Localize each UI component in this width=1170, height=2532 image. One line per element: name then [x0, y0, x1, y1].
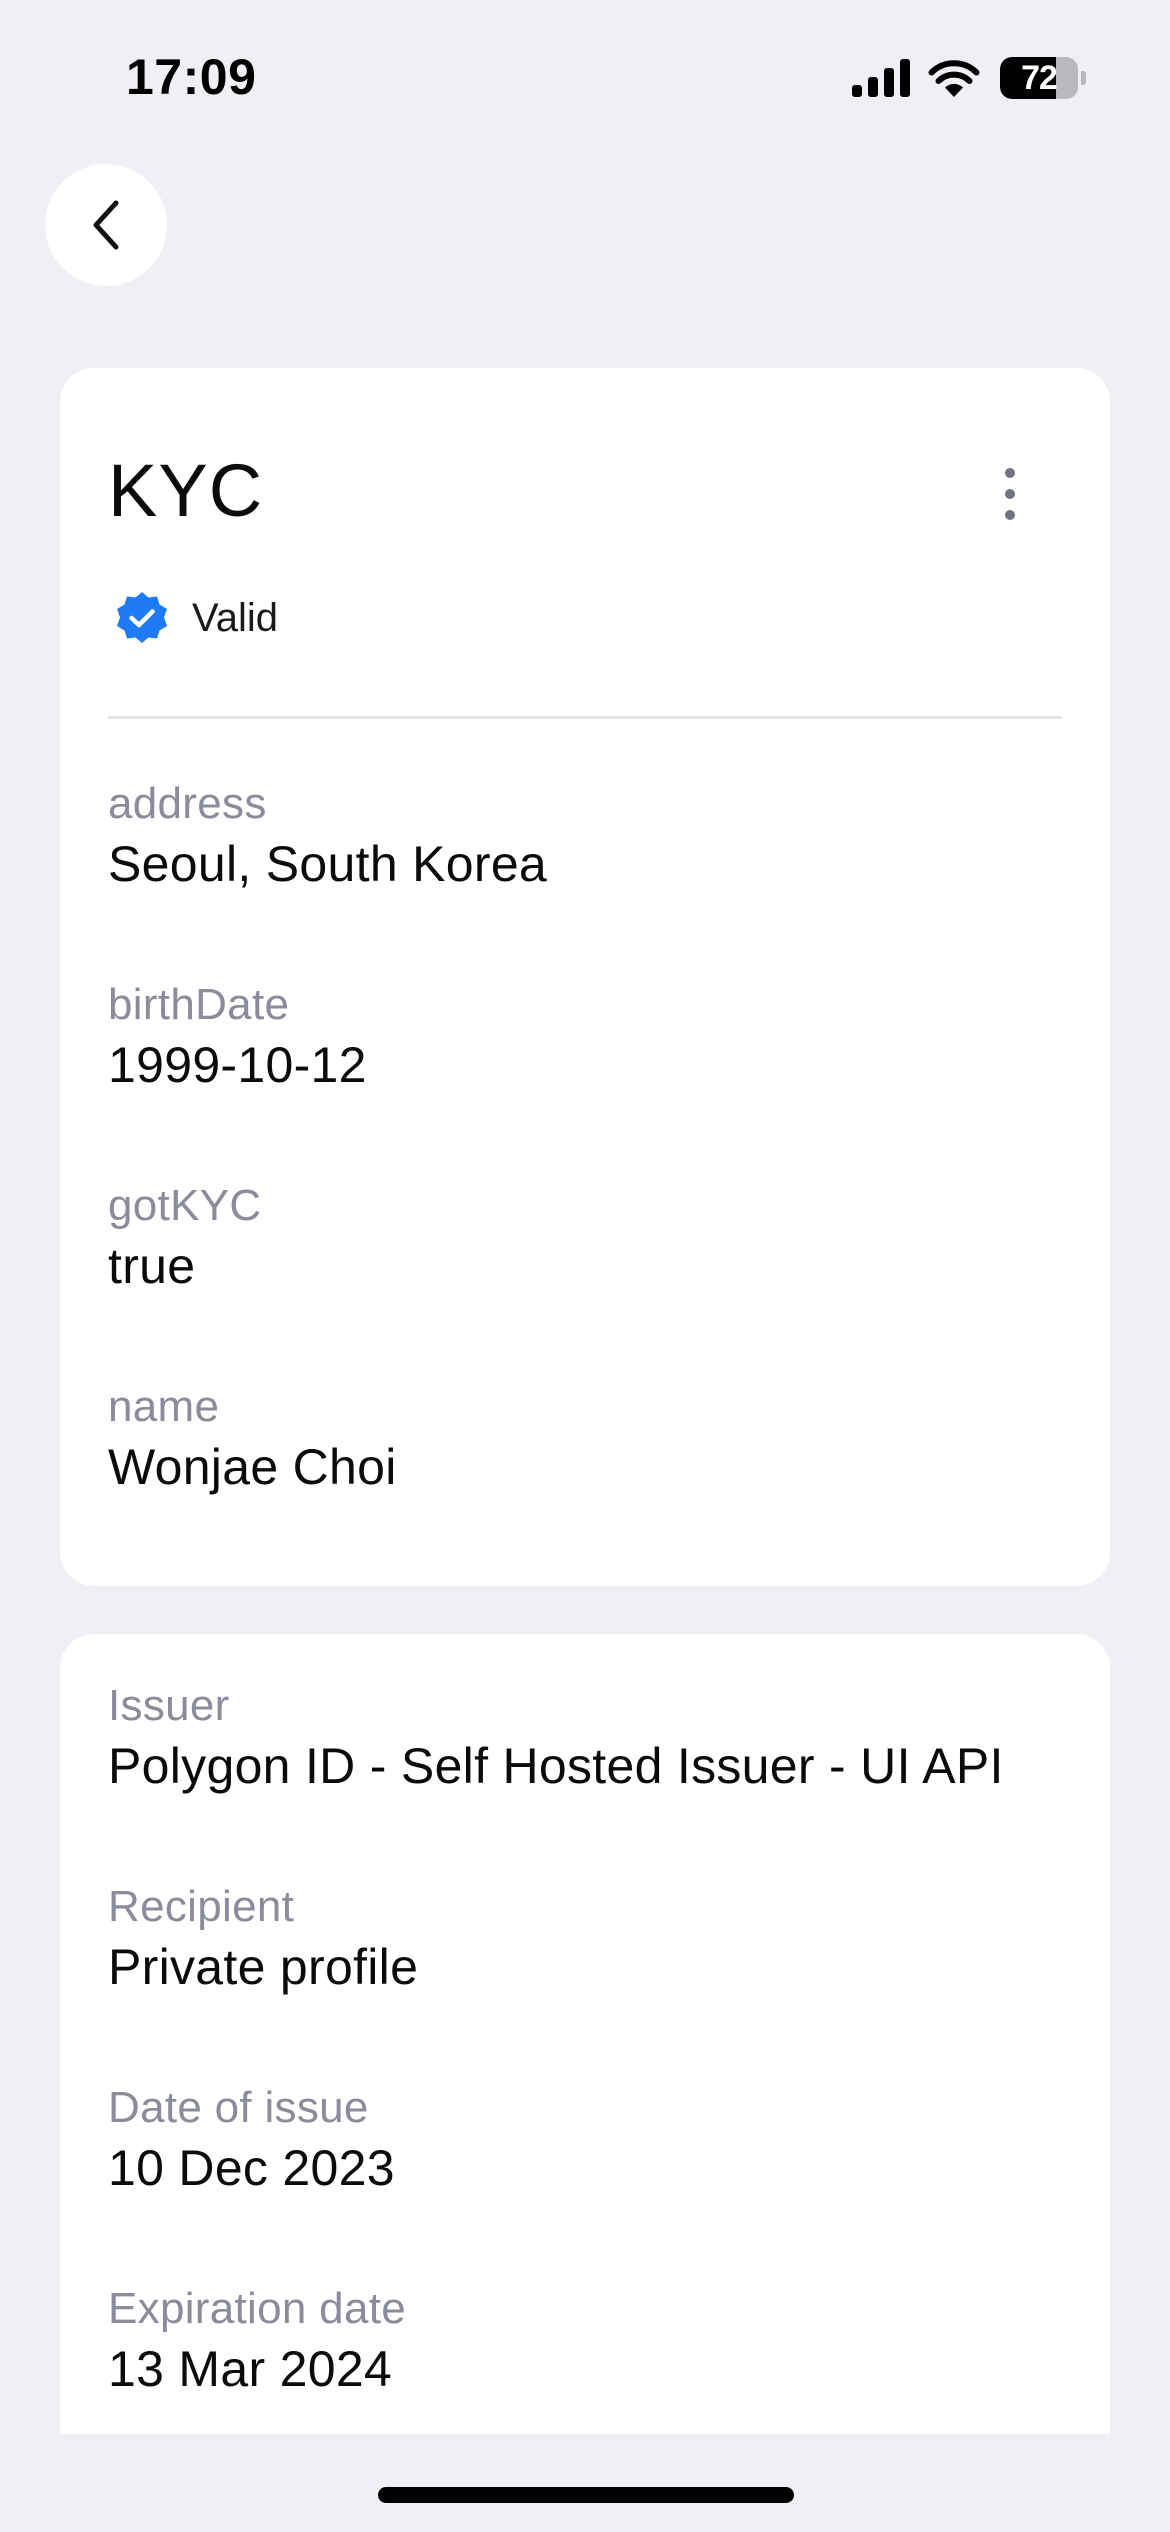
field-label: birthDate: [108, 980, 290, 1029]
status-label: Valid: [192, 595, 278, 640]
metadata-issuer: Issuer Polygon ID - Self Hosted Issuer -…: [108, 1678, 1004, 1798]
field-value: Polygon ID - Self Hosted Issuer - UI API: [108, 1738, 1004, 1794]
credential-title: KYC: [108, 449, 264, 532]
field-label: address: [108, 779, 267, 828]
wifi-icon: [928, 60, 980, 97]
field-label: Expiration date: [108, 2284, 407, 2333]
battery-percent: 72: [1021, 59, 1058, 97]
more-options-button[interactable]: [980, 454, 1040, 534]
field-value: 10 Dec 2023: [108, 2140, 395, 2196]
credential-card: KYC Valid address Seoul, South Korea bir…: [60, 368, 1110, 1586]
metadata-recipient: Recipient Private profile: [108, 1879, 418, 1999]
attribute-address: address Seoul, South Korea: [108, 776, 547, 896]
attribute-gotkyc: gotKYC true: [108, 1178, 261, 1298]
back-button[interactable]: [45, 164, 167, 286]
credential-status: Valid: [114, 590, 278, 646]
status-time: 17:09: [126, 49, 257, 105]
status-bar: 17:09 72: [0, 0, 1170, 150]
home-indicator[interactable]: [378, 2487, 794, 2503]
verified-badge-icon: [117, 592, 167, 643]
metadata-expiration-date: Expiration date 13 Mar 2024: [108, 2281, 406, 2401]
cellular-signal-icon: [852, 59, 910, 97]
field-value: Wonjae Choi: [108, 1439, 397, 1495]
field-value: 1999-10-12: [108, 1037, 367, 1093]
battery-cap: [1081, 71, 1086, 85]
field-label: Date of issue: [108, 2083, 369, 2132]
field-value: 13 Mar 2024: [108, 2341, 393, 2397]
field-value: Seoul, South Korea: [108, 836, 548, 892]
divider: [108, 716, 1062, 719]
field-label: Recipient: [108, 1882, 295, 1931]
attribute-birthdate: birthDate 1999-10-12: [108, 977, 367, 1097]
field-value: true: [108, 1238, 196, 1294]
metadata-date-of-issue: Date of issue 10 Dec 2023: [108, 2080, 395, 2200]
battery-icon: 72: [1000, 57, 1086, 99]
field-value: Private profile: [108, 1939, 419, 1995]
field-label: gotKYC: [108, 1181, 262, 1230]
field-label: name: [108, 1382, 220, 1431]
attribute-name: name Wonjae Choi: [108, 1379, 397, 1499]
credential-metadata-card: Issuer Polygon ID - Self Hosted Issuer -…: [60, 1634, 1110, 2434]
chevron-left-icon: [93, 200, 119, 250]
field-label: Issuer: [108, 1681, 230, 1730]
status-icons: 72: [852, 56, 1086, 100]
vertical-ellipsis-icon: [1005, 468, 1015, 520]
